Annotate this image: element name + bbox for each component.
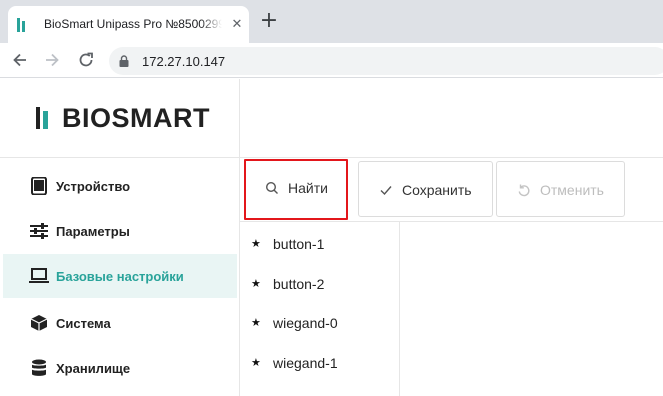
tablet-icon	[31, 177, 47, 195]
cancel-button[interactable]: Отменить	[496, 161, 625, 217]
back-arrow-icon[interactable]	[10, 50, 30, 70]
find-button[interactable]: Найти	[244, 159, 348, 220]
forward-arrow-icon[interactable]	[42, 50, 62, 70]
cancel-label: Отменить	[540, 182, 604, 198]
biosmart-favicon-icon	[17, 18, 25, 32]
sidebar-item-label: Параметры	[56, 224, 130, 239]
close-icon[interactable]: ✕	[229, 16, 245, 32]
list-item[interactable]: ★ button-2	[240, 264, 400, 304]
logo-text: BIOSMART	[62, 103, 210, 133]
star-icon: ★	[251, 237, 261, 250]
sliders-icon	[30, 223, 48, 239]
sidebar-item-label: Система	[56, 316, 111, 331]
list-item-label: wiegand-0	[273, 315, 338, 331]
list-item-label: button-2	[273, 276, 325, 292]
app: BIOSMART Устройство Параметры Базовые на…	[0, 79, 663, 396]
browser-tab-strip: BioSmart Unipass Pro №8500299 ✕ +	[0, 0, 663, 43]
url-text: 172.27.10.147	[142, 54, 226, 69]
browser-toolbar: 172.27.10.147	[0, 43, 663, 78]
search-icon	[265, 181, 278, 194]
logo-area: BIOSMART	[0, 79, 240, 158]
sidebar-item-system[interactable]: Система	[3, 301, 237, 345]
sidebar-item-parameters[interactable]: Параметры	[3, 209, 237, 253]
biosmart-logo-icon	[36, 107, 48, 129]
save-label: Сохранить	[402, 182, 472, 198]
sidebar-item-label: Хранилище	[56, 361, 131, 376]
browser-tab[interactable]: BioSmart Unipass Pro №8500299 ✕	[8, 6, 249, 43]
action-toolbar: Найти Сохранить Отменить	[240, 158, 663, 222]
lock-icon	[119, 55, 129, 67]
sidebar-item-storage[interactable]: Хранилище	[3, 346, 237, 390]
find-label: Найти	[288, 180, 328, 196]
reload-icon[interactable]	[76, 50, 96, 70]
sidebar-item-device[interactable]: Устройство	[3, 164, 237, 208]
new-tab-icon[interactable]: +	[259, 10, 279, 32]
main-panel: Найти Сохранить Отменить ★ button-1 ★ bu…	[240, 79, 663, 396]
star-icon: ★	[251, 356, 261, 369]
sidebar-item-base-settings[interactable]: Базовые настройки	[3, 254, 237, 298]
save-button[interactable]: Сохранить	[358, 161, 493, 217]
tab-title: BioSmart Unipass Pro №8500299	[44, 17, 222, 31]
cube-icon	[30, 315, 48, 331]
laptop-icon	[29, 268, 49, 283]
sidebar-item-label: Устройство	[56, 179, 131, 194]
sidebar-item-label: Базовые настройки	[56, 269, 184, 284]
settings-list: ★ button-1 ★ button-2 ★ wiegand-0 ★ wieg…	[240, 222, 400, 396]
star-icon: ★	[251, 316, 261, 329]
list-item[interactable]: ★ wiegand-1	[240, 343, 400, 383]
undo-icon	[518, 184, 530, 197]
list-item-label: wiegand-1	[273, 355, 338, 371]
database-icon	[32, 359, 46, 376]
sidebar: BIOSMART Устройство Параметры Базовые на…	[0, 79, 240, 396]
address-bar[interactable]: 172.27.10.147	[109, 47, 663, 75]
star-icon: ★	[251, 277, 261, 290]
list-item-label: button-1	[273, 236, 325, 252]
main-header	[240, 79, 663, 158]
checkmark-icon	[380, 186, 392, 196]
list-item[interactable]: ★ button-1	[240, 224, 400, 264]
list-item[interactable]: ★ wiegand-0	[240, 303, 400, 343]
